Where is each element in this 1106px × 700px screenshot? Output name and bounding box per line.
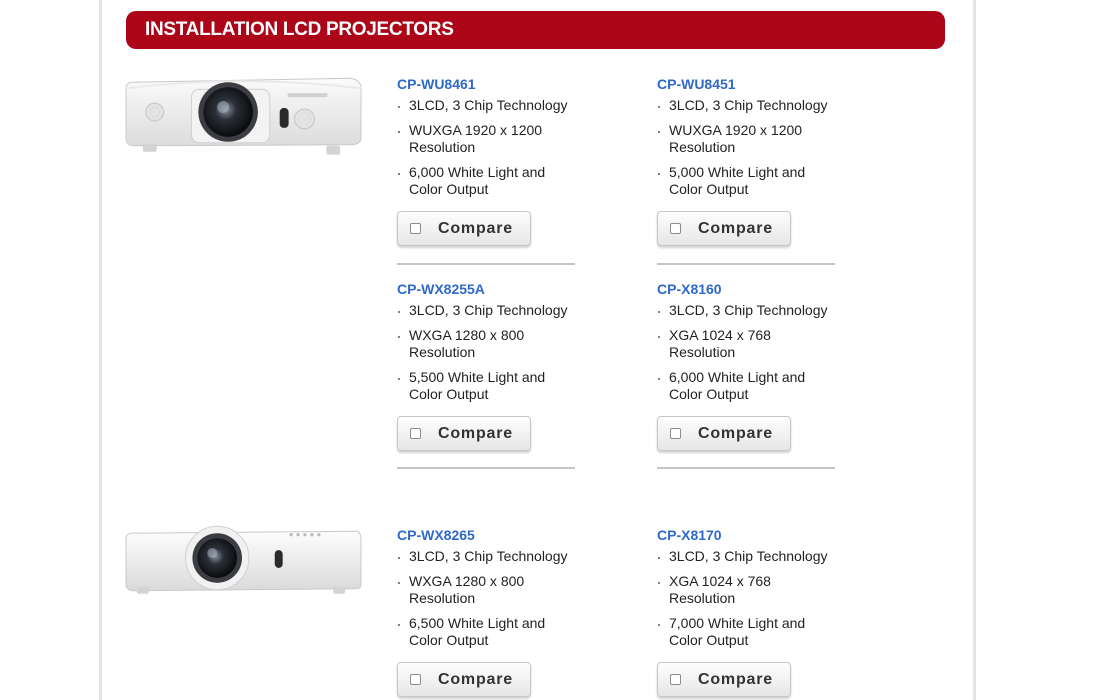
compare-checkbox[interactable] <box>410 428 421 439</box>
feature-item: WXGA 1280 x 800 Resolution <box>397 327 577 361</box>
compare-label: Compare <box>438 670 513 688</box>
section-title: INSTALLATION LCD PROJECTORS <box>145 19 454 40</box>
product-card: CP-WU8461 3LCD, 3 Chip Technology WUXGA … <box>397 75 577 265</box>
feature-item: WUXGA 1920 x 1200 Resolution <box>657 122 837 156</box>
compare-button[interactable]: Compare <box>397 662 531 697</box>
product-divider <box>397 263 575 265</box>
product-name-link[interactable]: CP-WU8451 <box>657 75 837 93</box>
product-card: CP-X8170 3LCD, 3 Chip Technology XGA 102… <box>657 526 837 697</box>
compare-button[interactable]: Compare <box>657 416 791 451</box>
feature-item: 6,000 White Light and Color Output <box>397 164 577 198</box>
feature-item: XGA 1024 x 768 Resolution <box>657 573 837 607</box>
feature-list: 3LCD, 3 Chip Technology XGA 1024 x 768 R… <box>657 548 837 649</box>
page-border-left <box>99 0 102 700</box>
compare-checkbox[interactable] <box>670 223 681 234</box>
product-name-link[interactable]: CP-WU8461 <box>397 75 577 93</box>
feature-item: 3LCD, 3 Chip Technology <box>397 97 577 114</box>
compare-checkbox[interactable] <box>410 674 421 685</box>
compare-checkbox[interactable] <box>670 428 681 439</box>
feature-item: 5,500 White Light and Color Output <box>397 369 577 403</box>
feature-item: 3LCD, 3 Chip Technology <box>397 302 577 319</box>
feature-item: 5,000 White Light and Color Output <box>657 164 837 198</box>
feature-item: WUXGA 1920 x 1200 Resolution <box>397 122 577 156</box>
product-name-link[interactable]: CP-WX8255A <box>397 280 577 298</box>
feature-item: 6,500 White Light and Color Output <box>397 615 577 649</box>
product-divider <box>657 467 835 469</box>
feature-item: 3LCD, 3 Chip Technology <box>657 302 837 319</box>
page-border-right <box>973 0 976 700</box>
compare-checkbox[interactable] <box>410 223 421 234</box>
projector-large-image <box>125 77 362 155</box>
compare-button[interactable]: Compare <box>397 416 531 451</box>
compare-button[interactable]: Compare <box>397 211 531 246</box>
feature-list: 3LCD, 3 Chip Technology WUXGA 1920 x 120… <box>657 97 837 198</box>
feature-list: 3LCD, 3 Chip Technology WXGA 1280 x 800 … <box>397 548 577 649</box>
feature-item: 7,000 White Light and Color Output <box>657 615 837 649</box>
product-name-link[interactable]: CP-WX8265 <box>397 526 577 544</box>
section-banner: INSTALLATION LCD PROJECTORS <box>126 11 945 49</box>
compare-label: Compare <box>698 670 773 688</box>
product-card: CP-WU8451 3LCD, 3 Chip Technology WUXGA … <box>657 75 837 265</box>
product-card: CP-WX8255A 3LCD, 3 Chip Technology WXGA … <box>397 280 577 469</box>
feature-item: 3LCD, 3 Chip Technology <box>397 548 577 565</box>
feature-item: XGA 1024 x 768 Resolution <box>657 327 837 361</box>
product-card: CP-X8160 3LCD, 3 Chip Technology XGA 102… <box>657 280 837 469</box>
feature-list: 3LCD, 3 Chip Technology WXGA 1280 x 800 … <box>397 302 577 403</box>
product-divider <box>397 467 575 469</box>
compare-label: Compare <box>698 219 773 237</box>
product-divider <box>657 263 835 265</box>
product-card: CP-WX8265 3LCD, 3 Chip Technology WXGA 1… <box>397 526 577 697</box>
product-name-link[interactable]: CP-X8160 <box>657 280 837 298</box>
compare-label: Compare <box>698 424 773 442</box>
feature-item: WXGA 1280 x 800 Resolution <box>397 573 577 607</box>
feature-item: 3LCD, 3 Chip Technology <box>657 548 837 565</box>
product-name-link[interactable]: CP-X8170 <box>657 526 837 544</box>
projector-compact-image <box>125 525 362 594</box>
feature-list: 3LCD, 3 Chip Technology XGA 1024 x 768 R… <box>657 302 837 403</box>
compare-checkbox[interactable] <box>670 674 681 685</box>
feature-list: 3LCD, 3 Chip Technology WUXGA 1920 x 120… <box>397 97 577 198</box>
compare-label: Compare <box>438 219 513 237</box>
compare-button[interactable]: Compare <box>657 662 791 697</box>
feature-item: 3LCD, 3 Chip Technology <box>657 97 837 114</box>
compare-label: Compare <box>438 424 513 442</box>
compare-button[interactable]: Compare <box>657 211 791 246</box>
feature-item: 6,000 White Light and Color Output <box>657 369 837 403</box>
